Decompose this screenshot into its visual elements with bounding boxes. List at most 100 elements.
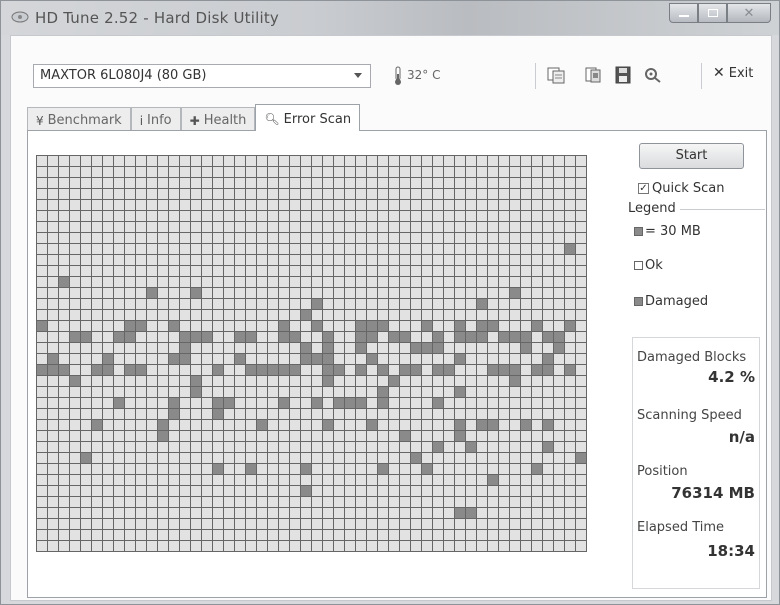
block-cell xyxy=(554,541,565,552)
block-cell-damaged xyxy=(378,365,389,376)
block-cell xyxy=(48,376,59,387)
block-cell xyxy=(213,442,224,453)
block-cell xyxy=(444,288,455,299)
block-cell-damaged xyxy=(125,321,136,332)
tab-benchmark[interactable]: ¥ Benchmark xyxy=(27,107,131,131)
block-cell xyxy=(37,519,48,530)
block-cell xyxy=(488,519,499,530)
block-cell xyxy=(136,310,147,321)
block-cell xyxy=(103,497,114,508)
block-cell xyxy=(59,211,70,222)
tab-error-scan[interactable]: 🔍︎ Error Scan xyxy=(255,104,361,131)
block-cell xyxy=(565,519,576,530)
block-cell xyxy=(301,332,312,343)
benchmark-icon: ¥ xyxy=(36,113,44,128)
elapsed-time-label: Elapsed Time xyxy=(637,520,725,535)
block-cell xyxy=(191,255,202,266)
block-cell xyxy=(70,189,81,200)
block-cell xyxy=(543,508,554,519)
block-cell xyxy=(444,519,455,530)
block-cell xyxy=(169,211,180,222)
block-cell xyxy=(433,167,444,178)
block-cell xyxy=(477,365,488,376)
block-cell xyxy=(565,156,576,167)
block-cell xyxy=(279,222,290,233)
block-cell xyxy=(136,464,147,475)
block-cell xyxy=(488,409,499,420)
block-cell xyxy=(169,387,180,398)
block-cell xyxy=(444,167,455,178)
block-cell xyxy=(92,332,103,343)
block-cell xyxy=(488,387,499,398)
block-cell xyxy=(48,255,59,266)
block-cell xyxy=(334,530,345,541)
block-cell-damaged xyxy=(323,376,334,387)
block-cell xyxy=(136,189,147,200)
block-cell xyxy=(400,387,411,398)
block-cell xyxy=(389,431,400,442)
quick-scan-checkbox[interactable]: ✓ Quick Scan xyxy=(638,181,725,196)
block-cell xyxy=(378,541,389,552)
block-cell xyxy=(257,541,268,552)
block-cell xyxy=(114,508,125,519)
block-cell xyxy=(147,376,158,387)
block-cell-damaged xyxy=(510,365,521,376)
legend-ok-label: Ok xyxy=(645,258,663,273)
block-cell xyxy=(224,387,235,398)
block-cell xyxy=(422,376,433,387)
drive-select[interactable]: MAXTOR 6L080J4 (80 GB) xyxy=(33,64,371,88)
exit-button[interactable]: ✕ Exit xyxy=(713,65,753,81)
block-cell-damaged xyxy=(323,420,334,431)
block-cell xyxy=(466,343,477,354)
block-cell xyxy=(169,541,180,552)
block-cell xyxy=(312,332,323,343)
block-cell xyxy=(466,497,477,508)
block-cell xyxy=(532,200,543,211)
block-cell xyxy=(37,255,48,266)
block-cell xyxy=(576,365,587,376)
block-cell xyxy=(81,387,92,398)
tab-health[interactable]: ✚ Health xyxy=(180,107,256,131)
start-button[interactable]: Start xyxy=(639,143,744,169)
block-cell xyxy=(37,497,48,508)
block-cell xyxy=(180,530,191,541)
block-cell xyxy=(532,178,543,189)
save-icon[interactable] xyxy=(613,66,633,84)
block-cell xyxy=(477,464,488,475)
block-cell xyxy=(59,541,70,552)
block-cell xyxy=(169,431,180,442)
block-cell xyxy=(400,167,411,178)
block-cell xyxy=(466,376,477,387)
close-button[interactable]: ✕ xyxy=(727,3,771,23)
tab-info[interactable]: i Info xyxy=(130,107,181,131)
block-cell xyxy=(334,486,345,497)
options-icon[interactable] xyxy=(643,66,663,84)
block-cell xyxy=(433,222,444,233)
copy-screenshot-icon[interactable] xyxy=(583,66,603,84)
maximize-button[interactable] xyxy=(698,3,727,23)
block-cell xyxy=(312,244,323,255)
block-cell-damaged xyxy=(532,321,543,332)
block-cell-damaged xyxy=(59,277,70,288)
block-cell xyxy=(532,420,543,431)
block-cell xyxy=(499,409,510,420)
block-cell xyxy=(389,453,400,464)
block-cell xyxy=(312,497,323,508)
block-cell xyxy=(180,497,191,508)
block-cell xyxy=(191,541,202,552)
block-cell xyxy=(565,211,576,222)
block-cell xyxy=(81,365,92,376)
minimize-icon xyxy=(678,15,689,17)
block-cell xyxy=(224,343,235,354)
block-cell xyxy=(356,200,367,211)
block-cell xyxy=(224,354,235,365)
minimize-button[interactable] xyxy=(669,3,698,23)
block-cell xyxy=(158,398,169,409)
block-cell xyxy=(235,475,246,486)
block-cell xyxy=(224,310,235,321)
title-bar[interactable]: HD Tune 2.52 - Hard Disk Utility ✕ xyxy=(1,1,779,35)
block-cell xyxy=(59,530,70,541)
block-cell-damaged xyxy=(158,420,169,431)
copy-text-icon[interactable] xyxy=(546,66,566,84)
block-cell xyxy=(488,376,499,387)
